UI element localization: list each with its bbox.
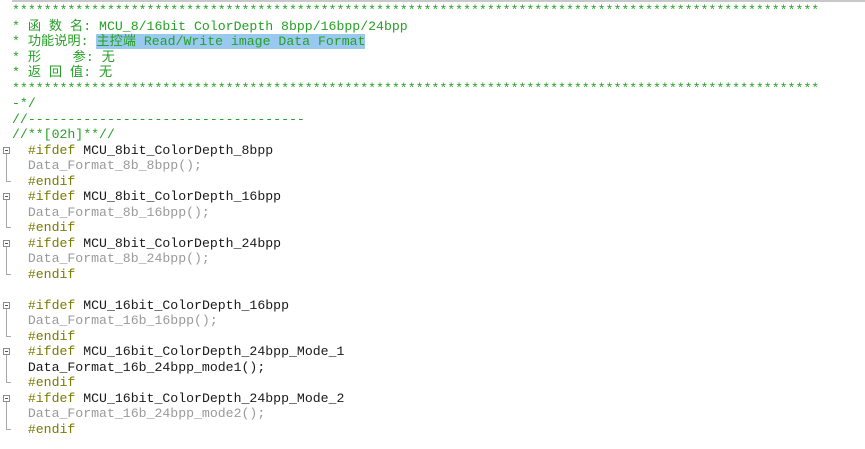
code-line[interactable]: #endif [12, 375, 76, 391]
code-token: * 返 回 值: 无 [12, 65, 113, 80]
fold-end-tick [6, 180, 11, 182]
code-line[interactable]: //----------------------------------- [12, 112, 305, 128]
code-line[interactable]: * 返 回 值: 无 [12, 65, 112, 81]
code-token: #ifdef [12, 189, 84, 204]
code-token: #ifdef [12, 297, 84, 313]
code-line[interactable]: * 函 数 名: MCU_8/16bit ColorDepth 8bpp/16b… [12, 19, 408, 35]
fold-guide-line [6, 246, 7, 274]
code-line[interactable]: * 功能说明: 主控端 Read/Write image Data Format [12, 34, 366, 50]
code-token: MCU_16bit_ColorDepth_24bpp_Mode_1 [83, 344, 345, 359]
fold-toggle-icon[interactable] [3, 239, 10, 247]
code-line[interactable]: #ifdef MCU_8bit_ColorDepth_8bpp [12, 143, 273, 159]
code-token: #ifdef [12, 142, 84, 158]
fold-end-tick [6, 428, 11, 430]
selected-text: 主控端 Read/Write image Data Format [96, 34, 366, 49]
code-line[interactable]: Data_Format_8b_8bpp(); [12, 158, 202, 174]
code-token: ****************************************… [12, 3, 820, 18]
code-line[interactable]: -*/ [12, 96, 36, 112]
code-token: Data_Format_8b_8bpp(); [12, 158, 202, 173]
code-token: //**[02h]**// [12, 127, 115, 142]
code-token: * 形 参: 无 [12, 49, 115, 65]
code-token: * 功能说明: [12, 34, 97, 49]
fold-guide-line [6, 355, 7, 382]
code-line[interactable]: #endif [12, 173, 76, 190]
code-line[interactable]: ****************************************… [12, 3, 819, 19]
code-token: #endif [12, 421, 76, 437]
code-token: #endif [12, 375, 76, 390]
fold-end-tick [6, 273, 11, 275]
fold-toggle-icon[interactable] [3, 394, 10, 402]
fold-gutter[interactable] [0, 0, 12, 449]
code-line[interactable]: #endif [12, 328, 76, 345]
code-token: Data_Format_16b_24bpp_mode2(); [12, 406, 266, 421]
code-token: #endif [12, 266, 76, 282]
code-line[interactable]: #ifdef MCU_16bit_ColorDepth_16bpp [12, 298, 289, 314]
code-line[interactable]: #ifdef MCU_16bit_ColorDepth_24bpp_Mode_2 [12, 390, 345, 407]
code-token: #ifdef [12, 390, 84, 406]
code-token: Data_Format_16b_24bpp_mode1(); [12, 359, 266, 375]
code-line[interactable]: #ifdef MCU_8bit_ColorDepth_16bpp [12, 189, 281, 205]
code-line[interactable]: Data_Format_16b_16bpp(); [12, 313, 218, 329]
code-token: //----------------------------------- [12, 111, 305, 127]
code-line[interactable]: #endif [12, 421, 76, 438]
code-token: MCU_16bit_ColorDepth_16bpp [83, 297, 289, 313]
code-line[interactable]: #endif [12, 266, 76, 283]
code-token: Data_Format_8b_24bpp(); [12, 251, 210, 266]
code-token: -*/ [12, 96, 36, 111]
code-token: MCU_8bit_ColorDepth_24bpp [83, 235, 282, 251]
fold-guide-line [6, 200, 7, 227]
editor-top-border [0, 0, 865, 2]
code-editor[interactable]: ****************************************… [0, 0, 865, 449]
code-token: #ifdef [12, 344, 84, 359]
code-line[interactable]: * 形 参: 无 [12, 50, 115, 66]
code-token: Data_Format_8b_16bpp(); [12, 204, 210, 220]
code-line[interactable]: #endif [12, 220, 76, 236]
code-token: MCU_8bit_ColorDepth_16bpp [83, 189, 282, 204]
fold-guide-line [6, 308, 7, 336]
code-token: ****************************************… [12, 80, 820, 96]
code-line[interactable]: //**[02h]**// [12, 127, 115, 143]
fold-toggle-icon[interactable] [3, 301, 10, 309]
code-line[interactable]: #ifdef MCU_8bit_ColorDepth_24bpp [12, 236, 281, 252]
code-token: #endif [12, 220, 76, 235]
fold-toggle-icon[interactable] [3, 348, 10, 355]
code-token: MCU_8bit_ColorDepth_8bpp [83, 142, 274, 158]
code-line[interactable]: Data_Format_8b_24bpp(); [12, 251, 210, 267]
fold-end-tick [6, 382, 11, 383]
code-token: #endif [12, 173, 76, 189]
code-token: #ifdef [12, 235, 84, 251]
code-line[interactable]: #ifdef MCU_16bit_ColorDepth_24bpp_Mode_1 [12, 344, 345, 360]
code-token: #endif [12, 328, 76, 344]
code-token: MCU_16bit_ColorDepth_24bpp_Mode_2 [83, 390, 345, 406]
code-token: Data_Format_16b_16bpp(); [12, 313, 218, 328]
code-token: * 函 数 名: MCU_8/16bit ColorDepth 8bpp/16b… [12, 18, 408, 34]
code-line[interactable]: Data_Format_8b_16bpp(); [12, 205, 210, 221]
fold-toggle-icon[interactable] [3, 193, 10, 200]
code-line[interactable]: Data_Format_16b_24bpp_mode1(); [12, 360, 265, 376]
code-line[interactable]: Data_Format_16b_24bpp_mode2(); [12, 406, 265, 422]
fold-end-tick [6, 227, 11, 228]
fold-guide-line [6, 401, 7, 429]
code-line[interactable]: ****************************************… [12, 81, 819, 97]
fold-guide-line [6, 153, 7, 181]
fold-end-tick [6, 335, 11, 337]
fold-toggle-icon[interactable] [3, 146, 10, 154]
